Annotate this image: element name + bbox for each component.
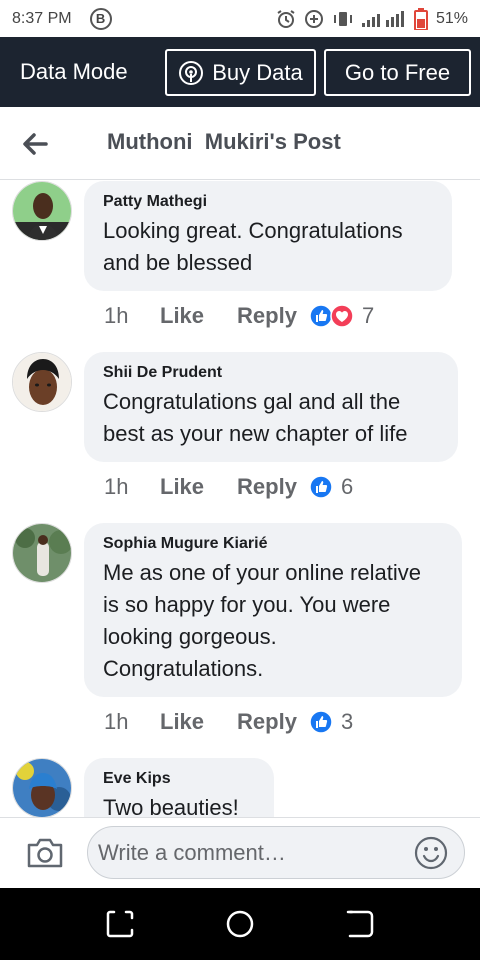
comment-bubble: Sophia Mugure Kiarié Me as one of your o…: [84, 523, 462, 697]
status-icons: 51%: [276, 7, 468, 30]
comment-bubble: Eve Kips Two beauties!: [84, 758, 274, 817]
reactions[interactable]: [309, 304, 354, 328]
reactions[interactable]: [309, 475, 333, 499]
reply-button[interactable]: Reply: [237, 303, 297, 329]
comments-list: Patty Mathegi Looking great. Congratulat…: [0, 181, 480, 817]
buy-data-button[interactable]: Buy Data: [165, 49, 316, 96]
comment-time: 1h: [104, 709, 129, 734]
battery-percent: 51%: [435, 9, 468, 27]
back-arrow-icon[interactable]: [20, 129, 50, 159]
status-bar: 8:37 PM B 51%: [0, 0, 480, 37]
data-saver-icon: [304, 9, 323, 28]
buy-data-label: Buy Data: [212, 59, 303, 85]
love-reaction-icon: [330, 304, 354, 328]
alarm-icon: [277, 9, 295, 28]
go-to-free-label: Go to Free: [344, 59, 451, 85]
comment-actions: 1h Like Reply 3: [104, 709, 353, 735]
comment-time: 1h: [104, 303, 129, 328]
like-reaction-icon: [309, 475, 333, 499]
emoji-icon[interactable]: [414, 836, 448, 870]
back-icon[interactable]: [344, 908, 376, 940]
comment-author[interactable]: Sophia Mugure Kiarié: [103, 535, 442, 553]
b-app-icon: B: [89, 7, 112, 30]
broadcast-icon: [179, 60, 204, 85]
comment-text: Congratulations gal and all the best as …: [103, 389, 408, 446]
vibrate-icon: [333, 11, 352, 26]
comment-bubble: Shii De Prudent Congratulations gal and …: [84, 352, 458, 462]
go-to-free-button[interactable]: Go to Free: [324, 49, 471, 96]
data-mode-bar: Data Mode Buy Data Go to Free: [0, 37, 480, 107]
signal-icon: [361, 10, 404, 27]
reply-button[interactable]: Reply: [237, 474, 297, 500]
like-button[interactable]: Like: [160, 709, 204, 735]
reaction-count: 6: [340, 474, 354, 499]
reply-button[interactable]: Reply: [237, 709, 297, 735]
avatar[interactable]: [12, 523, 72, 583]
avatar[interactable]: [12, 352, 72, 412]
home-icon[interactable]: [224, 908, 256, 940]
data-mode-label: Data Mode: [20, 59, 128, 84]
comment-author[interactable]: Shii De Prudent: [103, 364, 438, 382]
post-header: Muthoni Mukiri's Post: [0, 107, 480, 180]
page-title: Muthoni Mukiri's Post: [107, 129, 341, 154]
system-nav-bar: [0, 888, 480, 960]
comment-composer: Write a comment…: [0, 817, 480, 888]
recent-apps-icon[interactable]: [104, 908, 136, 940]
avatar[interactable]: [12, 758, 72, 817]
comment-bubble: Patty Mathegi Looking great. Congratulat…: [84, 181, 452, 291]
comment-text: Me as one of your online relative is so …: [103, 560, 421, 681]
comment-text: Two beauties!: [103, 795, 239, 817]
comment-time: 1h: [104, 474, 129, 499]
avatar[interactable]: [12, 181, 72, 241]
reactions[interactable]: [309, 710, 333, 734]
comment-actions: 1h Like Reply 6: [104, 474, 353, 500]
status-time: 8:37 PM: [12, 9, 72, 27]
comment-input-placeholder: Write a comment…: [98, 840, 286, 865]
comment-author[interactable]: Eve Kips: [103, 770, 254, 788]
battery-icon: [413, 7, 428, 30]
comment-actions: 1h Like Reply 7: [104, 303, 374, 329]
like-button[interactable]: Like: [160, 303, 204, 329]
comment-input[interactable]: Write a comment…: [87, 826, 465, 879]
camera-icon[interactable]: [26, 837, 64, 869]
like-reaction-icon: [309, 710, 333, 734]
reaction-count: 3: [340, 709, 354, 734]
comment-text: Looking great. Congratulations and be bl…: [103, 218, 403, 275]
comment-author[interactable]: Patty Mathegi: [103, 193, 432, 211]
like-button[interactable]: Like: [160, 474, 204, 500]
reaction-count: 7: [361, 303, 375, 328]
